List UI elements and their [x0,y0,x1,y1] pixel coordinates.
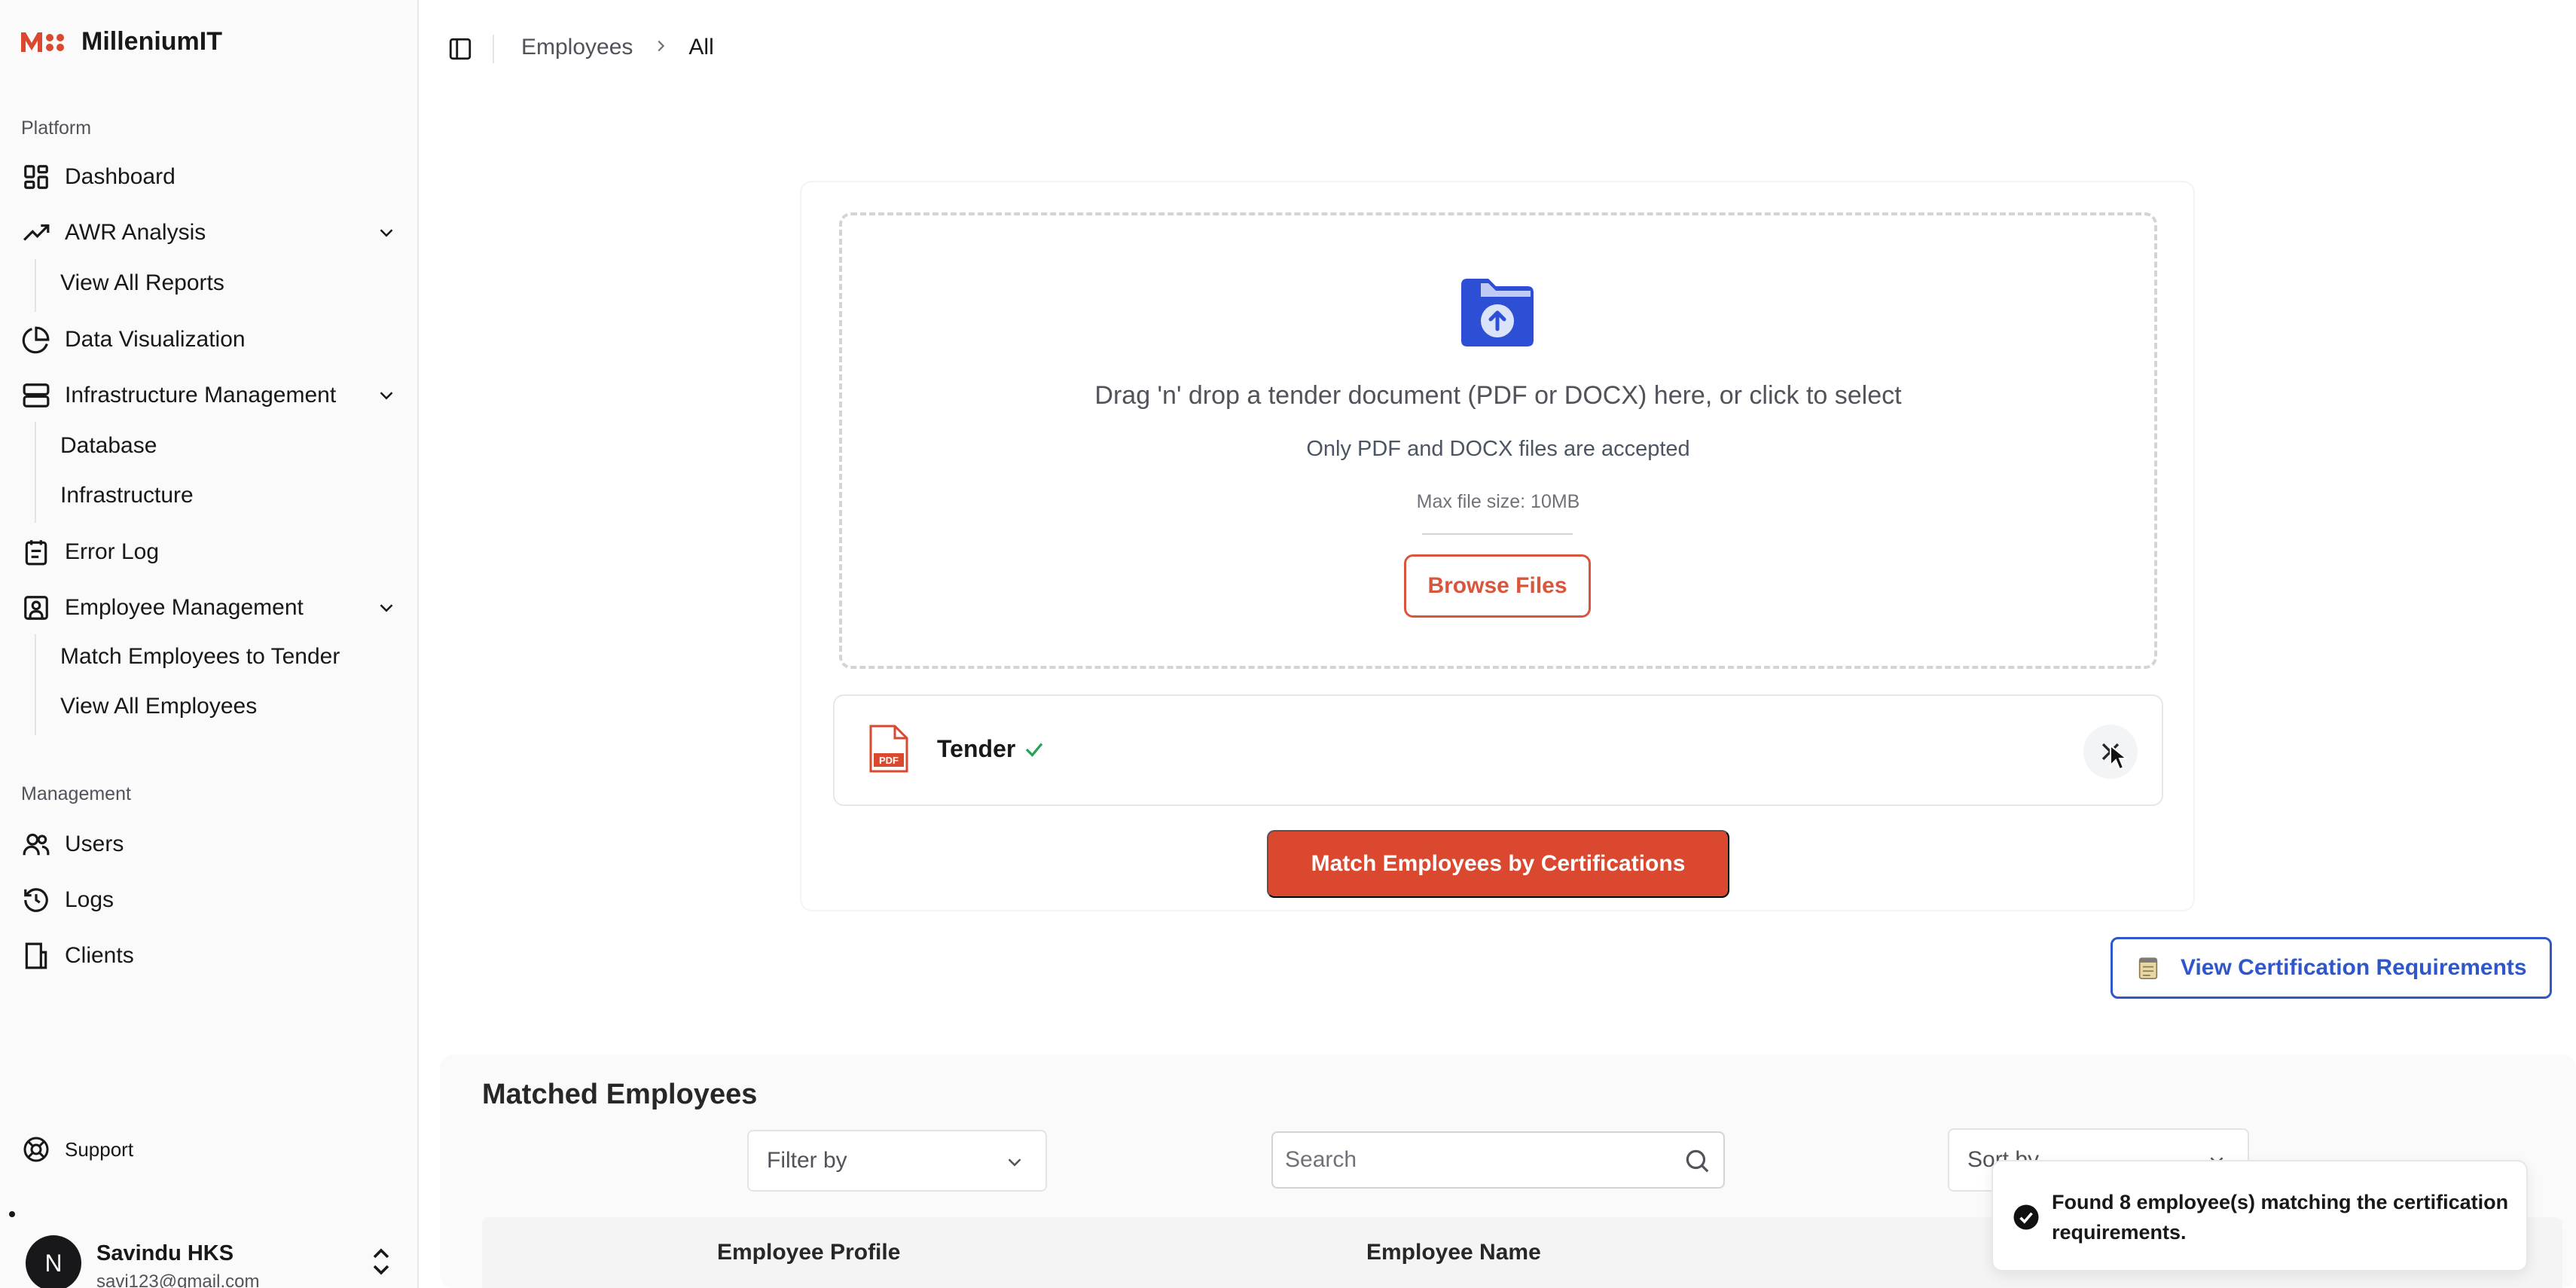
breadcrumb-current: All [688,35,714,60]
sidebar-item-label: Dashboard [65,164,175,189]
server-icon [21,380,51,411]
breadcrumb-employees[interactable]: Employees [521,35,633,60]
check-circle-icon [2013,1204,2040,1231]
chevron-down-icon[interactable] [375,384,398,407]
browse-files-button[interactable]: Browse Files [1404,554,1591,618]
column-header-profile[interactable]: Employee Profile [717,1240,900,1265]
notepad-icon [2135,955,2161,981]
sidebar-item-label: Users [65,832,124,856]
dashboard-icon [21,162,51,192]
filter-by-select[interactable]: Filter by [747,1130,1047,1192]
chevron-down-icon [1003,1151,1026,1174]
app-root: MilleniumIT Platform Dashboard AWR Analy… [0,0,2576,1288]
dropzone-divider [1422,533,1573,535]
chevrons-up-down-icon[interactable] [368,1246,395,1277]
sidebar-item-label: Infrastructure Management [65,383,337,407]
pdf-file-icon: PDF [868,723,910,774]
sidebar-item-support[interactable]: Support [21,1134,133,1164]
section-label-management: Management [21,783,131,804]
filter-by-label: Filter by [767,1148,847,1173]
avatar: N [26,1235,81,1288]
user-square-icon [21,593,51,623]
uploaded-file-row: PDF Tender [833,694,2163,806]
users-icon [21,829,51,859]
top-header: Employees All [420,0,2576,98]
clipboard-list-icon [21,537,51,567]
file-name: Tender [937,735,1016,762]
submenu-line [35,259,36,312]
check-icon [1023,738,1045,761]
user-name: Savindu HKS [96,1241,234,1265]
dropzone-title: Drag 'n' drop a tender document (PDF or … [1094,381,1902,410]
sidebar-item-label: AWR Analysis [65,220,206,245]
search-input[interactable] [1285,1142,1662,1178]
sidebar-item-label: Employee Management [65,595,304,620]
sidebar-item-dashboard[interactable]: Dashboard [21,155,398,199]
toast-notification: Found 8 employee(s) matching the certifi… [1992,1160,2528,1271]
search-icon[interactable] [1683,1146,1711,1175]
pie-chart-icon [21,325,51,355]
breadcrumb: Employees All [521,35,714,60]
sidebar-item-label: Error Log [65,539,160,564]
sidebar-item-label: Clients [65,943,134,968]
column-header-name[interactable]: Employee Name [1366,1240,1541,1265]
sidebar-item-error-log[interactable]: Error Log [21,530,398,574]
header-divider [493,35,494,63]
sidebar-item-view-all-reports[interactable]: View All Reports [60,262,224,304]
sidebar-item-view-all-employees[interactable]: View All Employees [60,685,257,728]
sidebar-item-match-employees[interactable]: Match Employees to Tender [60,636,340,678]
sidebar-item-label: Data Visualization [65,327,246,352]
dropzone-max-size: Max file size: 10MB [1416,491,1580,512]
history-icon [21,885,51,915]
search-box[interactable] [1271,1131,1725,1189]
sidebar-item-awr-analysis[interactable]: AWR Analysis [21,211,398,255]
chevron-down-icon[interactable] [375,221,398,244]
sidebar-item-infrastructure[interactable]: Infrastructure [60,475,194,517]
building-icon [21,941,51,971]
sidebar-item-logs[interactable]: Logs [21,878,398,922]
sidebar-item-infrastructure-management[interactable]: Infrastructure Management [21,374,398,417]
toast-message: Found 8 employee(s) matching the certifi… [2052,1191,2509,1244]
cert-button-label: View Certification Requirements [2181,955,2527,980]
life-buoy-icon [21,1134,51,1164]
dropzone-subtitle: Only PDF and DOCX files are accepted [1306,437,1690,461]
results-title: Matched Employees [482,1079,758,1110]
chevron-right-icon [652,35,669,60]
status-dot [9,1211,15,1217]
chevron-down-icon[interactable] [375,597,398,619]
trending-up-icon [21,218,51,248]
match-employees-button[interactable]: Match Employees by Certifications [1267,830,1729,898]
view-certification-requirements-button[interactable]: View Certification Requirements [2111,937,2552,999]
user-email: savi123@gmail.com [96,1271,260,1288]
brand[interactable]: MilleniumIT [21,27,222,56]
folder-upload-icon [1458,274,1537,349]
sidebar-item-label: Logs [65,887,114,912]
sidebar-item-employee-management[interactable]: Employee Management [21,586,398,630]
sidebar-item-users[interactable]: Users [21,823,398,866]
sidebar-item-clients[interactable]: Clients [21,934,398,978]
sidebar-toggle-icon[interactable] [447,36,473,62]
sidebar-item-label: Support [65,1137,134,1161]
submenu-line [35,422,36,523]
submenu-line [35,634,36,735]
pdf-badge-label: PDF [879,755,899,766]
brand-logo-icon [21,31,69,53]
user-menu[interactable]: N Savindu HKS savi123@gmail.com [26,1232,395,1288]
mouse-cursor-icon [2109,743,2129,771]
sidebar-item-data-visualization[interactable]: Data Visualization [21,318,398,362]
sidebar: MilleniumIT Platform Dashboard AWR Analy… [0,0,419,1288]
sidebar-item-database[interactable]: Database [60,425,157,467]
section-label-platform: Platform [21,118,92,139]
brand-name: MilleniumIT [81,27,222,56]
